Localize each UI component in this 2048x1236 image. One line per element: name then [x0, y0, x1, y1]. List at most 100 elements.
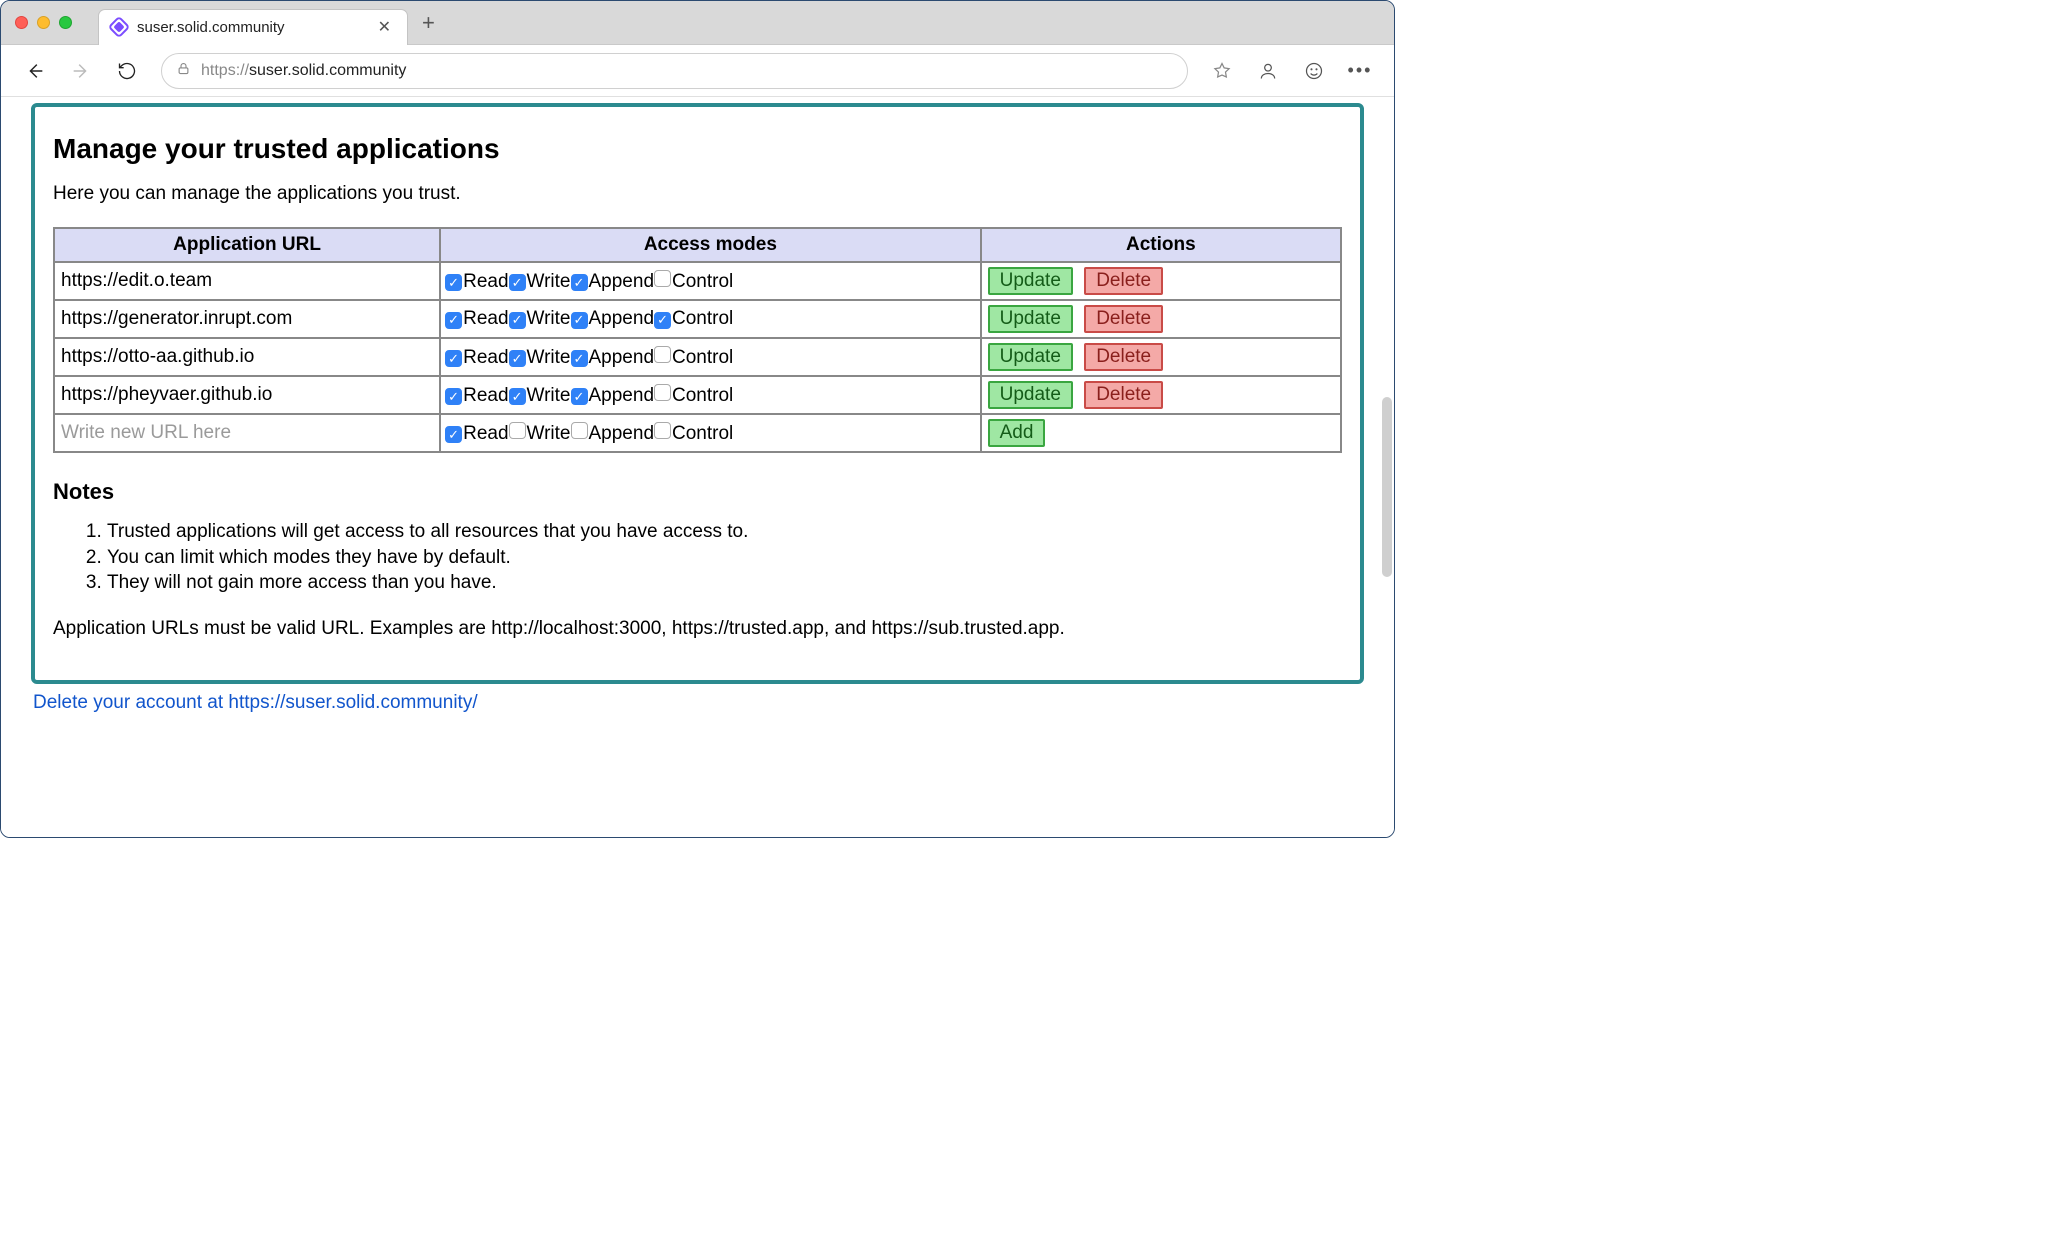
delete-account-link[interactable]: Delete your account at https://suser.sol…: [33, 692, 478, 714]
control-checkbox[interactable]: ✓: [654, 312, 672, 329]
read-checkbox[interactable]: ✓: [445, 312, 463, 329]
col-header-modes: Access modes: [440, 228, 981, 262]
favorite-star-icon[interactable]: [1202, 53, 1242, 89]
write-checkbox[interactable]: ✓: [509, 274, 527, 291]
access-modes-cell: ✓Read Write Append Control: [440, 414, 981, 452]
control-checkbox[interactable]: [654, 270, 672, 287]
delete-button[interactable]: Delete: [1084, 343, 1163, 371]
control-label: Control: [672, 385, 733, 406]
new-tab-button[interactable]: +: [422, 10, 435, 36]
close-window-button[interactable]: [15, 16, 28, 29]
update-button[interactable]: Update: [988, 305, 1073, 333]
control-checkbox[interactable]: [654, 346, 672, 363]
page-content: Manage your trusted applications Here yo…: [1, 103, 1394, 744]
url-examples-note: Application URLs must be valid URL. Exam…: [53, 618, 1342, 640]
write-label: Write: [527, 347, 571, 368]
append-label: Append: [589, 308, 655, 329]
profile-icon[interactable]: [1248, 53, 1288, 89]
append-checkbox[interactable]: [571, 422, 589, 439]
write-checkbox[interactable]: [509, 422, 527, 439]
write-label: Write: [527, 308, 571, 329]
append-checkbox[interactable]: ✓: [571, 312, 589, 329]
append-checkbox[interactable]: ✓: [571, 274, 589, 291]
write-checkbox[interactable]: ✓: [509, 350, 527, 367]
lock-icon: [176, 61, 191, 80]
read-label: Read: [463, 423, 508, 444]
browser-tab[interactable]: suser.solid.community ✕: [98, 9, 408, 45]
control-checkbox[interactable]: [654, 384, 672, 401]
control-label: Control: [672, 271, 733, 292]
url-scheme: https://: [201, 62, 249, 79]
notes-list: Trusted applications will get access to …: [53, 519, 1342, 596]
write-label: Write: [527, 423, 571, 444]
delete-button[interactable]: Delete: [1084, 267, 1163, 295]
list-item: Trusted applications will get access to …: [107, 519, 1342, 545]
read-checkbox[interactable]: ✓: [445, 426, 463, 443]
append-label: Append: [589, 347, 655, 368]
write-checkbox[interactable]: ✓: [509, 312, 527, 329]
maximize-window-button[interactable]: [59, 16, 72, 29]
browser-toolbar: https://suser.solid.community •••: [1, 45, 1394, 97]
table-row: https://pheyvaer.github.io ✓Read✓Write✓A…: [54, 376, 1341, 414]
list-item: You can limit which modes they have by d…: [107, 545, 1342, 571]
add-button[interactable]: Add: [988, 419, 1046, 447]
access-modes-cell: ✓Read✓Write✓AppendControl: [440, 376, 981, 414]
actions-cell: Update Delete: [981, 300, 1341, 338]
more-menu-icon[interactable]: •••: [1340, 53, 1380, 89]
append-checkbox[interactable]: ✓: [571, 350, 589, 367]
list-item: They will not gain more access than you …: [107, 570, 1342, 596]
read-label: Read: [463, 385, 508, 406]
update-button[interactable]: Update: [988, 343, 1073, 371]
read-label: Read: [463, 347, 508, 368]
app-url-cell: https://generator.inrupt.com: [54, 300, 440, 338]
append-checkbox[interactable]: ✓: [571, 388, 589, 405]
actions-cell: Add: [981, 414, 1341, 452]
table-row: https://edit.o.team ✓Read✓Write✓AppendCo…: [54, 262, 1341, 300]
app-url-cell: https://edit.o.team: [54, 262, 440, 300]
table-new-row: Write new URL here ✓Read Write Append Contr…: [54, 414, 1341, 452]
delete-button[interactable]: Delete: [1084, 381, 1163, 409]
close-tab-button[interactable]: ✕: [374, 15, 395, 39]
append-label: Append: [589, 423, 655, 444]
actions-cell: Update Delete: [981, 262, 1341, 300]
access-modes-cell: ✓Read✓Write✓AppendControl: [440, 338, 981, 376]
write-label: Write: [527, 271, 571, 292]
actions-cell: Update Delete: [981, 376, 1341, 414]
page-viewport[interactable]: Manage your trusted applications Here yo…: [1, 97, 1394, 837]
url-host: suser.solid.community: [249, 62, 406, 79]
table-row: https://generator.inrupt.com ✓Read✓Write…: [54, 300, 1341, 338]
control-label: Control: [672, 423, 733, 444]
favicon-icon: [108, 16, 131, 39]
write-checkbox[interactable]: ✓: [509, 388, 527, 405]
delete-button[interactable]: Delete: [1084, 305, 1163, 333]
update-button[interactable]: Update: [988, 381, 1073, 409]
app-url-cell: https://otto-aa.github.io: [54, 338, 440, 376]
control-checkbox[interactable]: [654, 422, 672, 439]
actions-cell: Update Delete: [981, 338, 1341, 376]
append-label: Append: [589, 271, 655, 292]
access-modes-cell: ✓Read✓Write✓Append✓Control: [440, 300, 981, 338]
address-bar[interactable]: https://suser.solid.community: [161, 53, 1188, 89]
page-title: Manage your trusted applications: [53, 133, 1342, 165]
tab-strip: suser.solid.community ✕ +: [1, 1, 1394, 45]
refresh-button[interactable]: [107, 53, 147, 89]
col-header-actions: Actions: [981, 228, 1341, 262]
scrollbar-thumb[interactable]: [1382, 397, 1392, 577]
table-header-row: Application URL Access modes Actions: [54, 228, 1341, 262]
app-url-cell: https://pheyvaer.github.io: [54, 376, 440, 414]
control-label: Control: [672, 308, 733, 329]
back-button[interactable]: [15, 53, 55, 89]
feedback-smiley-icon[interactable]: [1294, 53, 1334, 89]
notes-heading: Notes: [53, 479, 1342, 505]
window-controls: [15, 16, 72, 29]
update-button[interactable]: Update: [988, 267, 1073, 295]
minimize-window-button[interactable]: [37, 16, 50, 29]
new-url-input[interactable]: Write new URL here: [54, 414, 440, 452]
read-checkbox[interactable]: ✓: [445, 350, 463, 367]
forward-button[interactable]: [61, 53, 101, 89]
read-checkbox[interactable]: ✓: [445, 388, 463, 405]
access-modes-cell: ✓Read✓Write✓AppendControl: [440, 262, 981, 300]
browser-window: suser.solid.community ✕ + https://suser.…: [0, 0, 1395, 838]
read-checkbox[interactable]: ✓: [445, 274, 463, 291]
control-label: Control: [672, 347, 733, 368]
